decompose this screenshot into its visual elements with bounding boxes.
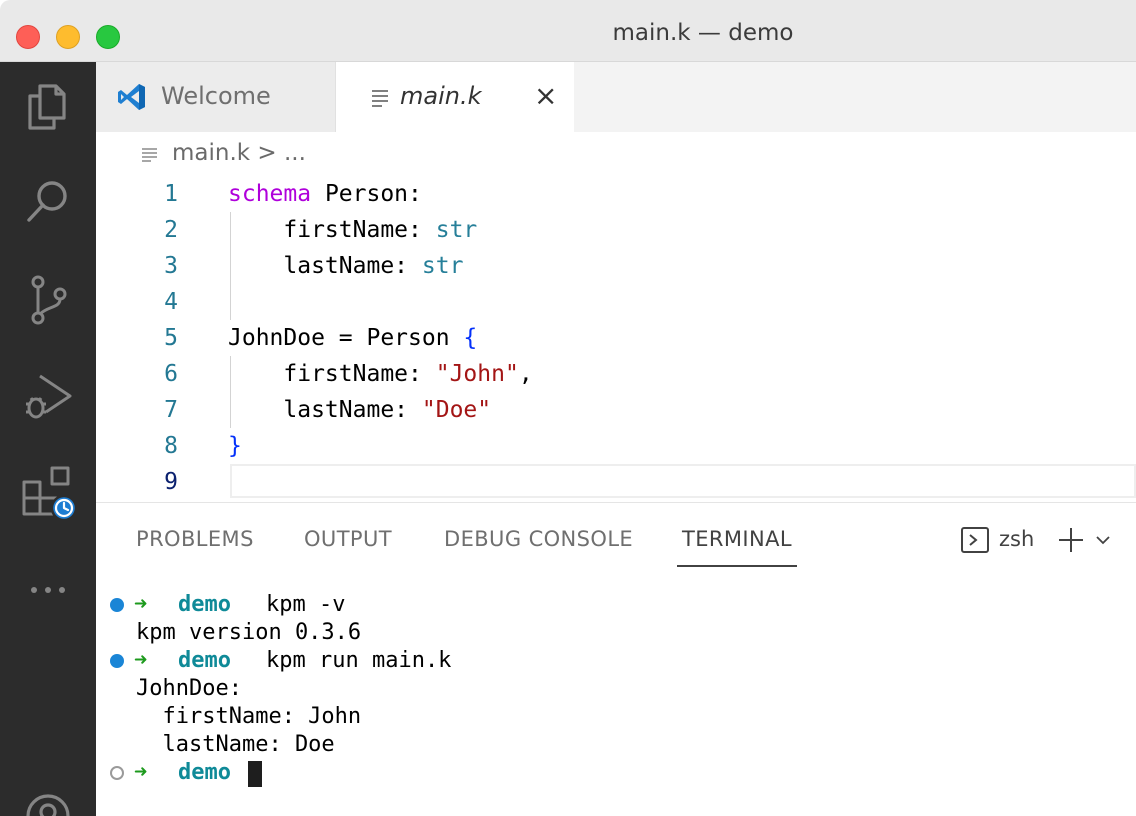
code-text: lastName: "Doe" <box>228 392 491 428</box>
code-token: firstName: <box>228 361 436 387</box>
code-editor[interactable]: 1 schema Person: 2 firstName: str 3 lastNam… <box>96 176 1136 502</box>
tab-terminal[interactable]: TERMINAL <box>682 527 792 551</box>
code-token: lastName: <box>228 397 422 423</box>
run-debug-icon[interactable] <box>18 364 78 424</box>
prompt-arrow: ➜ <box>134 648 148 673</box>
code-token: { <box>463 325 478 351</box>
line-number: 6 <box>164 361 178 387</box>
terminal-prompt-line: ➜ demo kpm run main.k <box>96 647 1136 675</box>
command-status-icon[interactable] <box>110 598 124 612</box>
terminal-output-line: kpm version 0.3.6 <box>96 619 1136 647</box>
terminal-text: firstName: John <box>136 704 362 729</box>
line-number: 7 <box>164 397 178 423</box>
line-number: 8 <box>164 433 178 459</box>
code-text: firstName: "John", <box>228 356 533 392</box>
file-lines-icon <box>142 148 157 162</box>
code-text: schema Person: <box>228 176 422 212</box>
code-text: } <box>228 428 242 464</box>
code-token: str <box>435 217 478 243</box>
files-icon[interactable] <box>18 76 78 136</box>
terminal-name[interactable]: zsh <box>999 527 1034 551</box>
code-token: "Doe" <box>421 397 492 423</box>
breadcrumb-text: main.k > ... <box>172 140 306 166</box>
search-icon[interactable] <box>18 172 78 232</box>
terminal-output-line: JohnDoe: <box>96 675 1136 703</box>
line-number: 9 <box>164 469 178 495</box>
code-token: "John" <box>435 361 519 387</box>
tab-debug-console[interactable]: DEBUG CONSOLE <box>444 527 633 551</box>
vscode-icon <box>118 84 145 110</box>
code-text: JohnDoe = Person { <box>228 320 477 356</box>
active-tab-indicator <box>677 565 797 567</box>
code-line[interactable]: 2 firstName: str <box>96 212 1136 248</box>
new-terminal-icon[interactable] <box>1056 525 1086 555</box>
tab-label: Welcome <box>161 82 271 110</box>
tab-output[interactable]: OUTPUT <box>304 527 392 551</box>
terminal-icon[interactable] <box>960 525 990 555</box>
code-line[interactable]: 5 JohnDoe = Person { <box>96 320 1136 356</box>
terminal-prompt-line: ➜ demo kpm -v <box>96 591 1136 619</box>
code-text: lastName: str <box>228 248 463 284</box>
bottom-panel: PROBLEMS OUTPUT DEBUG CONSOLE TERMINAL z… <box>96 502 1136 816</box>
line-number: 1 <box>164 181 178 207</box>
command-status-icon[interactable] <box>110 654 124 668</box>
code-token: lastName: <box>228 253 422 279</box>
code-line[interactable]: 3 lastName: str <box>96 248 1136 284</box>
code-token: schema <box>228 181 312 207</box>
source-control-icon[interactable] <box>18 268 78 328</box>
code-line[interactable]: 4 <box>96 284 1136 320</box>
terminal-cursor <box>248 761 262 787</box>
chevron-down-icon[interactable] <box>1094 531 1112 549</box>
code-token: JohnDoe = Person <box>228 325 464 351</box>
extensions-icon[interactable] <box>18 460 78 522</box>
code-token: } <box>228 433 242 459</box>
terminal-text: kpm version 0.3.6 <box>136 620 362 645</box>
line-number: 4 <box>164 289 178 315</box>
account-icon[interactable] <box>18 782 78 816</box>
line-number: 5 <box>164 325 178 351</box>
terminal-text: JohnDoe: <box>136 676 242 701</box>
command-status-icon[interactable] <box>110 766 124 780</box>
prompt-directory: demo <box>178 592 231 617</box>
terminal-prompt-line: ➜ demo <box>96 759 1136 787</box>
code-token: , <box>518 361 533 387</box>
terminal-output-line: lastName: Doe <box>96 731 1136 759</box>
more-icon[interactable] <box>18 560 78 620</box>
tab-problems[interactable]: PROBLEMS <box>136 527 254 551</box>
terminal-output-line: firstName: John <box>96 703 1136 731</box>
tab-label: main.k <box>400 82 482 110</box>
code-line[interactable]: 1 schema Person: <box>96 176 1136 212</box>
tab-welcome[interactable]: Welcome <box>96 62 336 132</box>
close-tab-button[interactable]: × <box>534 82 557 110</box>
code-line[interactable]: 8} <box>96 428 1136 464</box>
editor-tabs: Welcome main.k × <box>96 62 1136 132</box>
terminal-command: kpm run main.k <box>266 648 452 673</box>
code-line[interactable]: 7 lastName: "Doe" <box>96 392 1136 428</box>
code-line[interactable]: 9 <box>96 464 1136 500</box>
line-number: 3 <box>164 253 178 279</box>
prompt-arrow: ➜ <box>134 760 148 785</box>
code-text: firstName: str <box>228 212 477 248</box>
prompt-arrow: ➜ <box>134 592 148 617</box>
window-title: main.k — demo <box>612 20 794 46</box>
file-lines-icon <box>372 90 388 107</box>
activity-bar <box>0 62 96 816</box>
code-line[interactable]: 6 firstName: "John", <box>96 356 1136 392</box>
terminal-command: kpm -v <box>266 592 346 617</box>
tab-main-k[interactable]: main.k × <box>336 62 574 132</box>
code-token: Person: <box>311 181 422 207</box>
code-token: firstName: <box>228 217 436 243</box>
prompt-directory: demo <box>178 760 231 785</box>
line-number: 2 <box>164 217 178 243</box>
title-bar: main.k — demo <box>0 0 1136 62</box>
code-token: str <box>421 253 464 279</box>
prompt-directory: demo <box>178 648 231 673</box>
terminal-text: lastName: Doe <box>136 732 335 757</box>
